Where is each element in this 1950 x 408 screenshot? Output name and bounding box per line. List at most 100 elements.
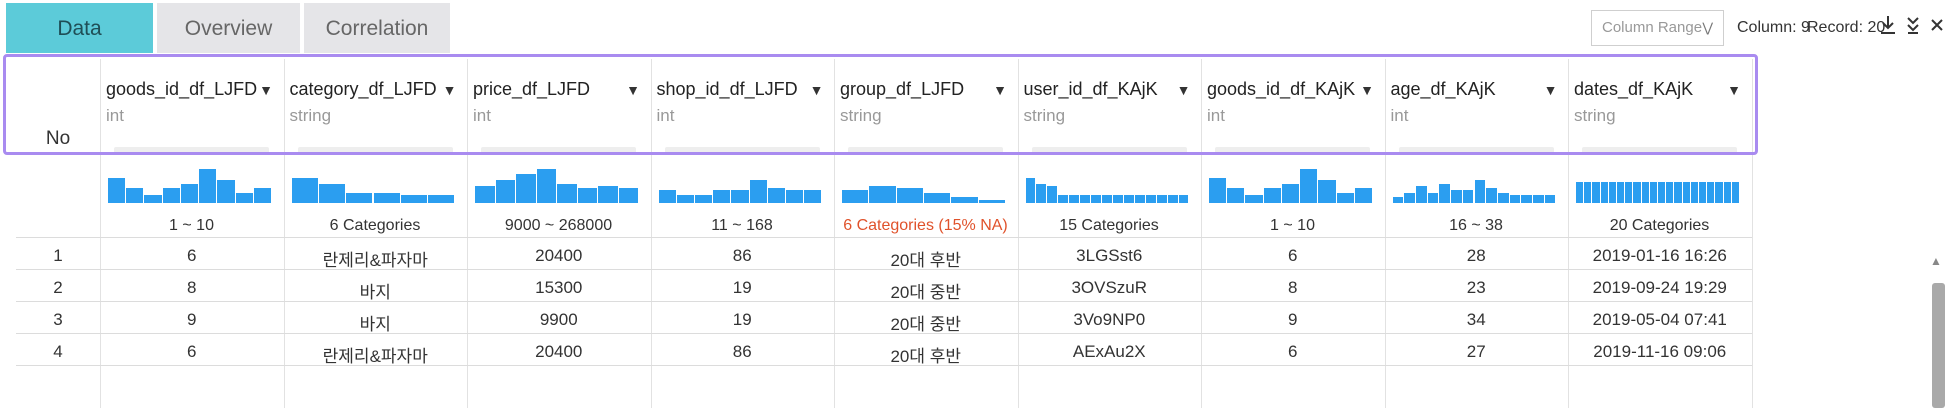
histogram-bar <box>1404 192 1415 203</box>
table-cell[interactable]: 20대 중반 <box>834 278 1018 303</box>
table-cell[interactable]: 20대 중반 <box>834 310 1018 335</box>
table-cell[interactable]: 6 <box>1201 246 1385 266</box>
table-cell[interactable]: 9 <box>100 310 284 330</box>
table-cell[interactable]: 86 <box>651 342 835 362</box>
column-filter-bar[interactable] <box>1582 147 1737 154</box>
row-divider <box>16 237 1752 238</box>
column-summary: 6 Categories <box>329 217 421 234</box>
table-cell[interactable]: 3OVSzuR <box>1018 278 1202 298</box>
histogram-bar <box>1633 182 1641 203</box>
column-filter-bar[interactable] <box>1215 147 1370 154</box>
caret-down-icon[interactable]: ▼ <box>1360 82 1374 98</box>
column-header[interactable]: price_df_LJFD int ▼ <box>467 59 650 154</box>
histogram-bar <box>495 179 515 203</box>
close-icon[interactable] <box>1930 14 1944 42</box>
histogram-bar <box>126 188 144 203</box>
table-cell[interactable]: 20400 <box>467 246 651 266</box>
column-filter-bar[interactable] <box>848 147 1003 154</box>
tab-bar: Data Overview Correlation Column Range ⋁… <box>0 0 1950 56</box>
table-cell[interactable]: 2019-05-04 07:41 <box>1568 310 1752 330</box>
caret-down-icon[interactable]: ▼ <box>1727 82 1741 98</box>
caret-down-icon[interactable]: ▼ <box>1177 82 1191 98</box>
column-header[interactable]: category_df_LJFD string ▼ <box>284 59 467 154</box>
table-cell[interactable]: 8 <box>100 278 284 298</box>
table-cell[interactable]: 바지 <box>284 310 468 335</box>
histogram-bar <box>318 184 346 203</box>
table-cell[interactable]: 9 <box>1201 310 1385 330</box>
column-header[interactable]: shop_id_df_LJFD int ▼ <box>651 59 834 154</box>
histogram-bar <box>1649 182 1657 203</box>
table-cell[interactable]: 8 <box>1201 278 1385 298</box>
column-summary: 1 ~ 10 <box>169 217 214 234</box>
download-icon[interactable] <box>1879 14 1897 42</box>
column-summary: 11 ~ 168 <box>711 217 773 234</box>
column-filter-bar[interactable] <box>114 147 269 154</box>
column-header[interactable]: goods_id_df_KAjKint ▼ <box>1201 59 1384 154</box>
histogram-bar <box>1617 182 1625 203</box>
table-cell[interactable]: AExAu2X <box>1018 342 1202 362</box>
table-cell[interactable]: 20400 <box>467 342 651 362</box>
histogram-bar <box>557 184 577 203</box>
column-range-placeholder: Column Range <box>1602 19 1703 36</box>
chevron-down-icon: ⋁ <box>1702 20 1713 35</box>
column-name: dates_df_KAjK <box>1574 79 1694 99</box>
caret-down-icon[interactable]: ▼ <box>810 82 824 98</box>
column-filter-bar[interactable] <box>297 147 453 154</box>
histogram-bar <box>1156 194 1167 203</box>
histogram-bar <box>400 194 428 203</box>
table-cell[interactable]: 바지 <box>284 278 468 303</box>
tab-data[interactable]: Data <box>6 3 153 53</box>
tab-correlation[interactable]: Correlation <box>304 3 450 53</box>
table-cell[interactable]: 27 <box>1385 342 1569 362</box>
tab-overview[interactable]: Overview <box>157 3 300 53</box>
table-cell[interactable]: 34 <box>1385 310 1569 330</box>
caret-down-icon[interactable]: ▼ <box>443 82 457 98</box>
vertical-scrollbar[interactable] <box>1932 283 1945 408</box>
record-count: Record: 20 <box>1807 19 1886 36</box>
caret-down-icon[interactable]: ▼ <box>626 82 640 98</box>
column-range-select[interactable]: Column Range ⋁ <box>1591 10 1724 46</box>
caret-down-icon[interactable]: ▼ <box>259 82 273 98</box>
histogram-bar <box>1145 194 1156 203</box>
histogram-bar <box>1047 186 1058 203</box>
table-cell[interactable]: 2019-11-16 09:06 <box>1568 342 1752 362</box>
table-cell[interactable]: 23 <box>1385 278 1569 298</box>
column-type: int <box>1207 106 1225 125</box>
column-filter-bar[interactable] <box>1031 147 1187 154</box>
caret-down-icon[interactable]: ▼ <box>993 82 1007 98</box>
column-header[interactable]: user_id_df_KAjK string ▼ <box>1018 59 1201 154</box>
column-name: goods_id_df_KAjK <box>1207 79 1356 99</box>
expand-all-icon[interactable] <box>1905 14 1921 42</box>
column-filter-bar[interactable] <box>481 147 636 154</box>
caret-down-icon[interactable]: ▼ <box>1544 82 1558 98</box>
table-cell[interactable]: 란제리&파자마 <box>284 246 468 271</box>
column-header[interactable]: goods_id_df_LJFD int ▼ <box>100 59 283 154</box>
scroll-up-icon[interactable]: ▲ <box>1930 254 1942 268</box>
table-cell[interactable]: 19 <box>651 310 835 330</box>
histogram-bar <box>1625 182 1633 203</box>
table-cell[interactable]: 란제리&파자마 <box>284 342 468 367</box>
histogram-bar <box>1608 182 1616 203</box>
column-header[interactable]: age_df_KAjK int ▼ <box>1385 59 1568 154</box>
table-cell[interactable]: 2019-01-16 16:26 <box>1568 246 1752 266</box>
column-filter-bar[interactable] <box>664 147 820 154</box>
table-cell[interactable]: 28 <box>1385 246 1569 266</box>
table-cell[interactable]: 9900 <box>467 310 651 330</box>
table-cell[interactable]: 20대 후반 <box>834 342 1018 367</box>
table-cell[interactable]: 2019-09-24 19:29 <box>1568 278 1752 298</box>
column-filter-bar[interactable] <box>1398 147 1554 154</box>
table-cell[interactable]: 86 <box>651 246 835 266</box>
histogram-bar <box>1392 196 1404 203</box>
column-type: string <box>840 106 882 125</box>
column-header[interactable]: dates_df_KAjK string ▼ <box>1568 59 1751 154</box>
table-cell[interactable]: 3Vo9NP0 <box>1018 310 1202 330</box>
column-name: price_df_LJFD <box>473 79 591 99</box>
column-header[interactable]: group_df_LJFD string ▼ <box>834 59 1017 154</box>
table-cell[interactable]: 6 <box>1201 342 1385 362</box>
table-cell[interactable]: 6 <box>100 342 284 362</box>
table-cell[interactable]: 20대 후반 <box>834 246 1018 271</box>
table-cell[interactable]: 6 <box>100 246 284 266</box>
table-cell[interactable]: 19 <box>651 278 835 298</box>
table-cell[interactable]: 3LGSst6 <box>1018 246 1202 266</box>
table-cell[interactable]: 15300 <box>467 278 651 298</box>
